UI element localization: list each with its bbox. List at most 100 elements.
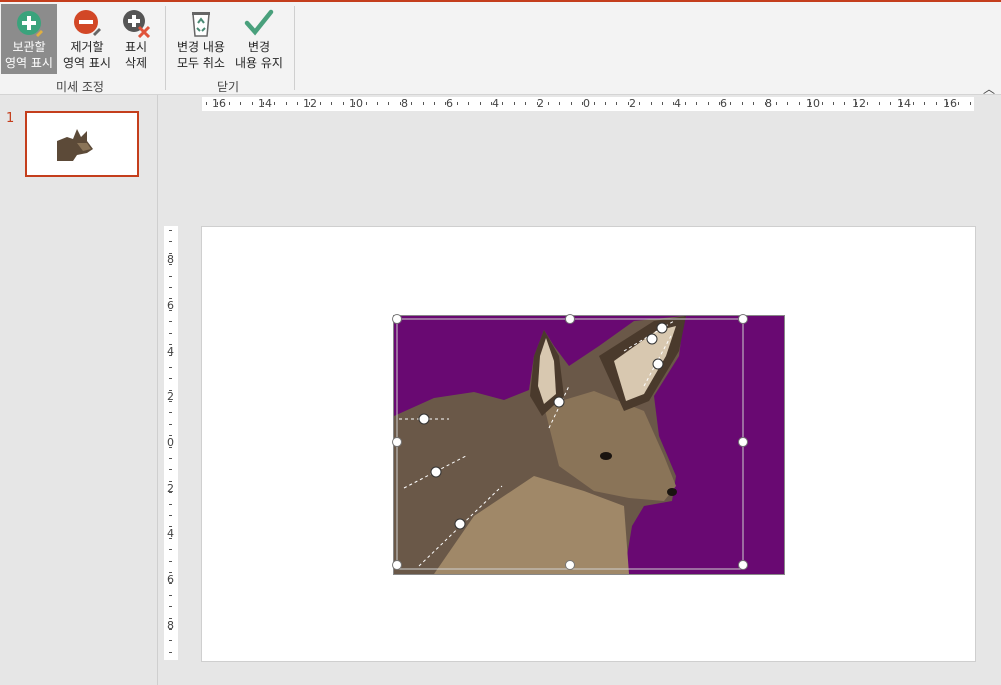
ruler-tick: [169, 241, 172, 243]
ruler-label: 4: [674, 97, 681, 110]
ruler-label: 4: [492, 97, 499, 110]
fox-image: [394, 316, 784, 574]
resize-handle[interactable]: [738, 437, 748, 447]
discard-changes-label-2: 모두 취소: [177, 56, 225, 70]
ruler-label: 2: [629, 97, 636, 110]
resize-handle[interactable]: [392, 437, 402, 447]
ruler-tick: [639, 102, 641, 105]
ruler-tick: [525, 102, 527, 105]
ruler-tick: [169, 469, 172, 471]
ruler-tick: [169, 275, 172, 277]
ruler-tick: [491, 102, 492, 105]
ruler-tick: [468, 102, 470, 105]
ruler-tick: [251, 102, 253, 105]
ruler-tick: [559, 102, 561, 105]
group-label-refine: 미세 조정: [56, 80, 104, 94]
fox-photo[interactable]: [392, 314, 785, 575]
ruler-tick: [169, 560, 172, 562]
horizontal-ruler: 16 14 12 10 8 6 4 2 0 2 4 6 8 10 12 14 1…: [202, 97, 974, 111]
slide-thumbnail[interactable]: [25, 111, 139, 177]
ruler-tick: [169, 492, 172, 494]
ruler-tick: [169, 446, 172, 448]
vertical-ruler: 8 6 4 2 0 2 4 6 8: [164, 226, 178, 660]
collapse-ribbon-icon[interactable]: ︿: [983, 80, 995, 97]
ruler-tick: [388, 102, 390, 105]
resize-handle[interactable]: [392, 560, 402, 570]
ruler-tick: [169, 572, 172, 573]
ruler-tick: [274, 102, 276, 105]
mark-remove-label-1: 제거할: [70, 40, 104, 54]
keep-changes-label-2: 내용 유지: [235, 56, 283, 70]
resize-handle[interactable]: [565, 314, 575, 324]
ruler-tick: [169, 366, 172, 368]
mark-keep-label-1: 보관할: [12, 40, 46, 54]
ruler-tick: [890, 102, 891, 105]
ruler-tick: [263, 102, 264, 105]
ruler-tick: [582, 102, 584, 105]
ruler-tick: [673, 102, 675, 105]
ruler-tick: [377, 102, 378, 105]
ruler-tick: [169, 435, 172, 437]
ruler-tick: [798, 102, 800, 105]
ruler-label: 8: [167, 619, 174, 632]
ruler-tick: [947, 102, 948, 105]
ruler-label: 12: [852, 97, 866, 110]
ruler-tick: [684, 102, 686, 105]
ruler-tick: [935, 102, 937, 105]
ruler-tick: [776, 102, 777, 105]
resize-handle[interactable]: [565, 560, 575, 570]
ruler-tick: [169, 503, 172, 505]
ruler-tick: [169, 355, 172, 357]
ruler-tick: [696, 102, 698, 105]
mark-remove-label-2: 영역 표시: [63, 56, 111, 70]
ruler-tick: [650, 102, 652, 105]
ruler-tick: [867, 102, 869, 105]
ruler-tick: [810, 102, 812, 105]
ruler-tick: [605, 102, 606, 105]
resize-handle[interactable]: [738, 314, 748, 324]
ruler-tick: [570, 102, 572, 105]
discard-changes-button[interactable]: 변경 내용 모두 취소: [172, 4, 230, 74]
ruler-tick: [228, 102, 230, 105]
mark-remove-button[interactable]: 제거할 영역 표시: [59, 4, 115, 74]
ruler-label: 12: [303, 97, 317, 110]
ruler-tick: [912, 102, 914, 105]
ruler-tick: [169, 651, 172, 653]
ruler-tick: [616, 102, 618, 105]
ruler-tick: [169, 458, 172, 459]
ruler-tick: [285, 102, 287, 105]
keep-changes-button[interactable]: 변경 내용 유지: [230, 4, 288, 74]
delete-mark-label-2: 삭제: [124, 56, 148, 70]
ruler-label: 14: [258, 97, 272, 110]
ruler-tick: [548, 102, 549, 105]
ruler-tick: [169, 252, 172, 254]
ruler-tick: [169, 423, 172, 425]
ruler-tick: [169, 526, 172, 528]
resize-handle[interactable]: [392, 314, 402, 324]
ruler-tick: [169, 606, 172, 608]
ruler-tick: [169, 264, 172, 266]
ruler-tick: [169, 617, 172, 619]
mark-keep-button[interactable]: 보관할 영역 표시: [1, 4, 57, 74]
checkmark-icon: [244, 9, 274, 36]
ruler-tick: [821, 102, 823, 105]
delete-mark-button[interactable]: 표시 삭제: [117, 4, 155, 74]
ruler-tick: [753, 102, 755, 105]
resize-handle[interactable]: [738, 560, 748, 570]
ruler-tick: [169, 583, 172, 585]
ruler-tick: [240, 102, 242, 105]
ruler-label: 6: [720, 97, 727, 110]
ruler-label: 10: [806, 97, 820, 110]
ruler-tick: [206, 102, 207, 105]
slide-number: 1: [6, 111, 15, 126]
ruler-tick: [365, 102, 367, 105]
ruler-tick: [719, 102, 720, 105]
ruler-tick: [662, 102, 663, 105]
slide-thumbnail-pane: 1: [0, 95, 158, 685]
ruler-label: 16: [943, 97, 957, 110]
ruler-tick: [399, 102, 401, 105]
plus-circle-icon: [17, 11, 43, 37]
ruler-label: 2: [537, 97, 544, 110]
ruler-tick: [878, 102, 880, 105]
ruler-tick: [169, 309, 172, 311]
